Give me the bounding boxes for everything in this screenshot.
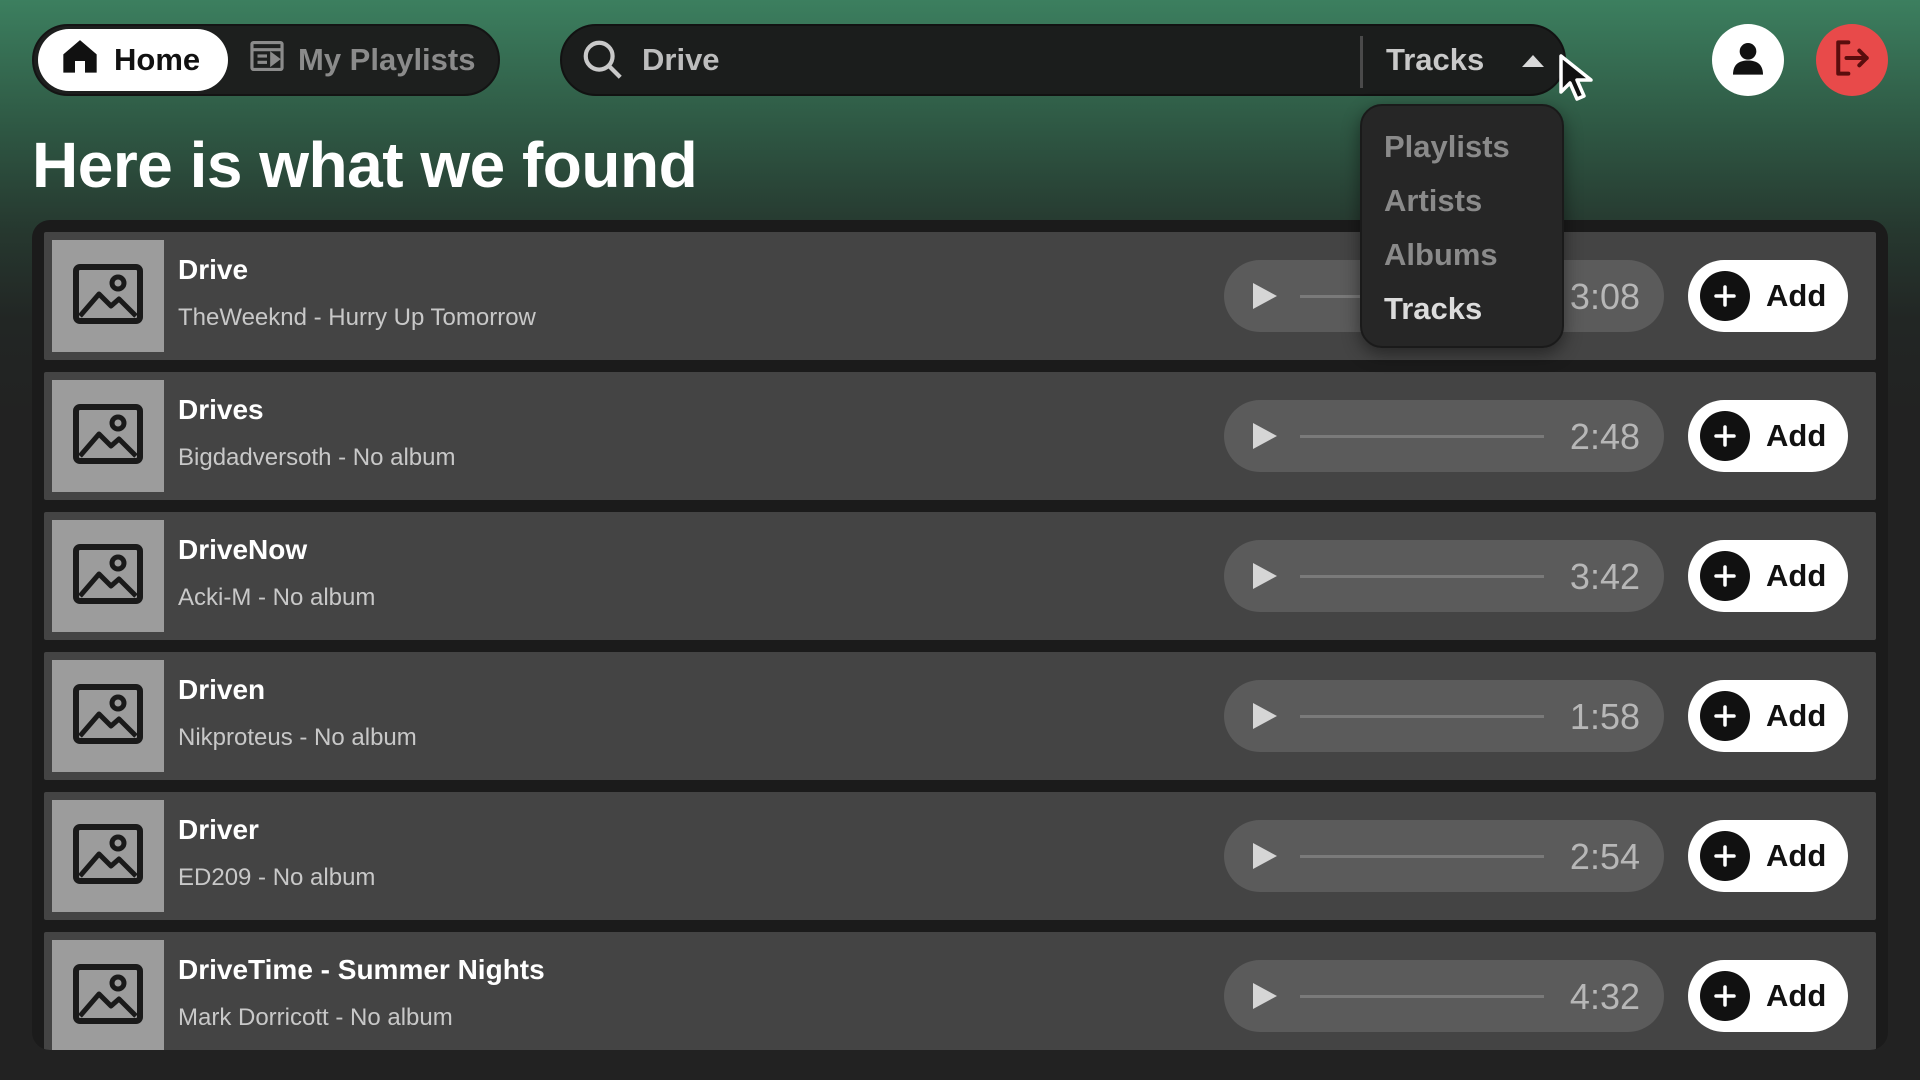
plus-icon (1700, 691, 1750, 741)
track-row: Driver ED209 - No album 2:54 Add (44, 792, 1876, 920)
image-placeholder-icon (73, 823, 143, 889)
track-row: Driven Nikproteus - No album 1:58 Add (44, 652, 1876, 780)
image-placeholder-icon (73, 963, 143, 1029)
add-label: Add (1766, 838, 1827, 873)
image-placeholder-icon (73, 263, 143, 329)
track-thumbnail (52, 940, 164, 1050)
my-playlists-label: My Playlists (298, 42, 476, 77)
track-thumbnail (52, 800, 164, 912)
dropdown-option-tracks[interactable]: Tracks (1362, 282, 1562, 336)
track-artist-album: Mark Dorricott - No album (178, 1004, 453, 1031)
track-title: DriveNow (178, 534, 308, 565)
audio-player: 2:48 (1224, 400, 1664, 472)
add-button[interactable]: Add (1688, 960, 1848, 1032)
user-icon (1728, 38, 1768, 83)
audio-player: 4:32 (1224, 960, 1664, 1032)
progress-bar[interactable] (1300, 435, 1544, 438)
main-nav: Home My Playlists (32, 24, 500, 96)
track-row: DriveTime - Summer Nights Mark Dorricott… (44, 932, 1876, 1050)
mouse-cursor-icon (1557, 52, 1603, 111)
search-icon (580, 37, 626, 83)
play-icon[interactable] (1248, 700, 1280, 737)
track-title: Drive (178, 254, 249, 285)
track-artist-album: TheWeeknd - Hurry Up Tomorrow (178, 304, 536, 331)
track-duration: 2:48 (1569, 416, 1640, 457)
add-button[interactable]: Add (1688, 680, 1848, 752)
search-bar: Tracks (560, 24, 1566, 96)
track-artist-album: Nikproteus - No album (178, 724, 417, 751)
plus-icon (1700, 411, 1750, 461)
track-title: DriveTime - Summer Nights (178, 954, 545, 985)
track-row: Drive TheWeeknd - Hurry Up Tomorrow 3:08… (44, 232, 1876, 360)
track-duration: 2:54 (1569, 836, 1640, 877)
home-button[interactable]: Home (38, 29, 228, 91)
add-label: Add (1766, 278, 1827, 313)
track-duration: 3:08 (1569, 276, 1640, 317)
track-thumbnail (52, 380, 164, 492)
profile-button[interactable] (1712, 24, 1784, 96)
my-playlists-button[interactable]: My Playlists (228, 29, 475, 91)
chevron-up-icon (1520, 42, 1546, 78)
image-placeholder-icon (73, 403, 143, 469)
track-duration: 1:58 (1569, 696, 1640, 737)
track-row: Drives Bigdadversoth - No album 2:48 Add (44, 372, 1876, 500)
add-label: Add (1766, 558, 1827, 593)
logout-button[interactable] (1816, 24, 1888, 96)
search-type-select[interactable]: Tracks (1386, 26, 1564, 94)
audio-player: 1:58 (1224, 680, 1664, 752)
add-label: Add (1766, 418, 1827, 453)
add-button[interactable]: Add (1688, 400, 1848, 472)
logout-icon (1830, 36, 1874, 85)
image-placeholder-icon (73, 683, 143, 749)
search-divider (1360, 36, 1363, 88)
search-type-selected: Tracks (1386, 42, 1485, 77)
progress-bar[interactable] (1300, 995, 1544, 998)
search-type-dropdown: Playlists Artists Albums Tracks (1360, 104, 1564, 348)
audio-player: 3:42 (1224, 540, 1664, 612)
plus-icon (1700, 971, 1750, 1021)
progress-bar[interactable] (1300, 855, 1544, 858)
play-icon[interactable] (1248, 420, 1280, 457)
results-list: Drive TheWeeknd - Hurry Up Tomorrow 3:08… (32, 220, 1888, 1050)
track-duration: 3:42 (1569, 556, 1640, 597)
track-title: Drives (178, 394, 264, 425)
dropdown-option-playlists[interactable]: Playlists (1362, 120, 1562, 174)
track-thumbnail (52, 520, 164, 632)
play-icon[interactable] (1248, 980, 1280, 1017)
track-thumbnail (52, 660, 164, 772)
track-artist-album: Bigdadversoth - No album (178, 444, 456, 471)
plus-icon (1700, 831, 1750, 881)
track-thumbnail (52, 240, 164, 352)
track-duration: 4:32 (1569, 976, 1640, 1017)
track-title: Driven (178, 674, 266, 705)
home-label: Home (114, 42, 201, 77)
track-row: DriveNow Acki-M - No album 3:42 Add (44, 512, 1876, 640)
progress-bar[interactable] (1300, 715, 1544, 718)
play-icon[interactable] (1248, 280, 1280, 317)
add-button[interactable]: Add (1688, 260, 1848, 332)
add-label: Add (1766, 978, 1827, 1013)
plus-icon (1700, 551, 1750, 601)
dropdown-option-albums[interactable]: Albums (1362, 228, 1562, 282)
progress-bar[interactable] (1300, 575, 1544, 578)
audio-player: 2:54 (1224, 820, 1664, 892)
play-icon[interactable] (1248, 560, 1280, 597)
track-title: Driver (178, 814, 259, 845)
dropdown-option-artists[interactable]: Artists (1362, 174, 1562, 228)
home-icon (60, 36, 100, 84)
page-title: Here is what we found (32, 129, 698, 201)
track-artist-album: Acki-M - No album (178, 584, 376, 611)
play-icon[interactable] (1248, 840, 1280, 877)
image-placeholder-icon (73, 543, 143, 609)
playlist-icon (248, 37, 286, 83)
add-label: Add (1766, 698, 1827, 733)
search-input[interactable] (642, 30, 1342, 90)
add-button[interactable]: Add (1688, 540, 1848, 612)
plus-icon (1700, 271, 1750, 321)
track-artist-album: ED209 - No album (178, 864, 376, 891)
add-button[interactable]: Add (1688, 820, 1848, 892)
